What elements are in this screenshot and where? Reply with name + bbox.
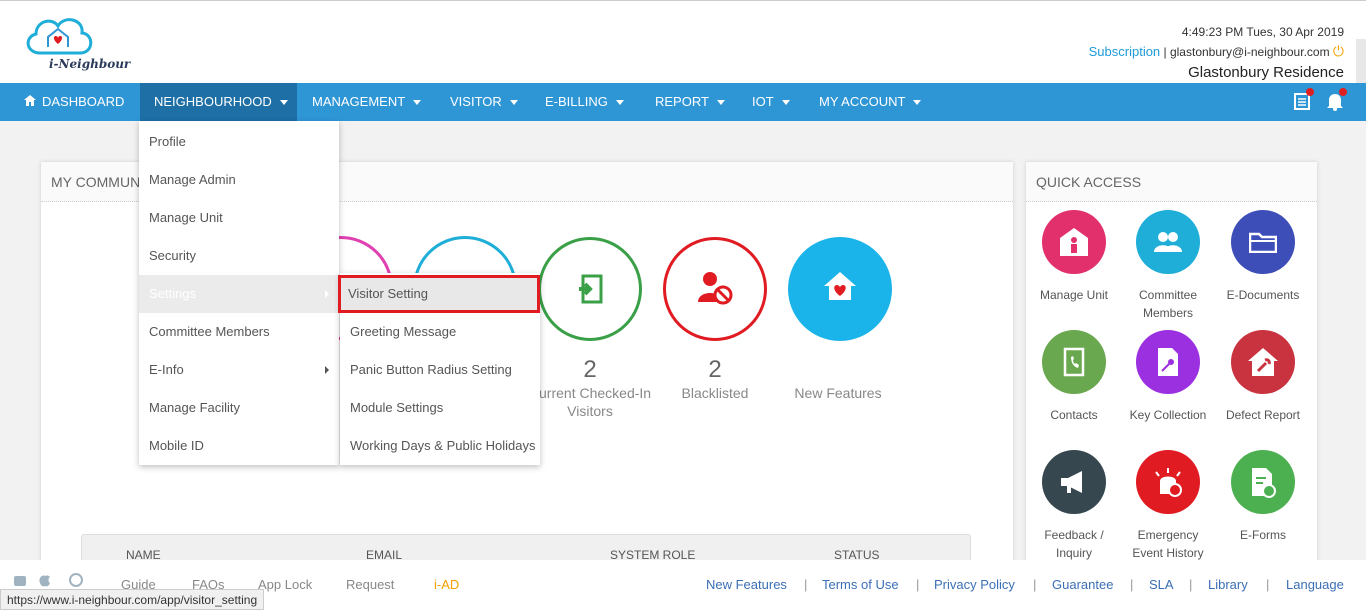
- form-icon: [1231, 450, 1295, 514]
- checkin-icon: [579, 274, 603, 304]
- footer-link-iad[interactable]: i-AD: [434, 577, 459, 592]
- blacklist-user-icon: [698, 272, 733, 305]
- menu-profile[interactable]: Profile: [139, 123, 339, 161]
- house-tool-icon: [1231, 330, 1295, 394]
- subscription-link[interactable]: Subscription: [1089, 44, 1161, 59]
- caret-down-icon: [716, 100, 725, 106]
- footer-privacy[interactable]: Privacy Policy: [934, 577, 1015, 592]
- chevron-right-icon: [325, 290, 329, 298]
- footer-guarantee[interactable]: Guarantee: [1052, 577, 1113, 592]
- menu-manage-facility[interactable]: Manage Facility: [139, 389, 339, 427]
- blacklisted-count: 2: [708, 356, 722, 383]
- scrollbar[interactable]: [1356, 39, 1366, 89]
- megaphone-icon: [1042, 450, 1106, 514]
- submenu-module-settings[interactable]: Module Settings: [340, 389, 540, 427]
- neighbourhood-dropdown: Profile Manage Admin Manage Unit Securit…: [139, 121, 339, 465]
- menu-e-info[interactable]: E-Info: [139, 351, 339, 389]
- checked-in-circle[interactable]: [538, 237, 642, 341]
- qa-emergency-event-history[interactable]: Emergency Event History: [1123, 450, 1213, 562]
- bell-icon[interactable]: [1325, 88, 1347, 113]
- header-separator: |: [1160, 45, 1170, 59]
- nav-dashboard[interactable]: DASHBOARD: [10, 83, 138, 121]
- submenu-panic-button-radius[interactable]: Panic Button Radius Setting: [340, 351, 540, 389]
- quick-access-title: QUICK ACCESS: [1026, 162, 1317, 202]
- main-nav: DASHBOARD NEIGHBOURHOOD MANAGEMENT VISIT…: [0, 83, 1366, 121]
- qa-key-collection[interactable]: Key Collection: [1123, 330, 1213, 424]
- submenu-working-days[interactable]: Working Days & Public Holidays: [340, 427, 540, 465]
- phone-book-icon: [1042, 330, 1106, 394]
- blacklisted-label: Blacklisted: [681, 385, 749, 401]
- menu-security[interactable]: Security: [139, 237, 339, 275]
- qa-e-forms[interactable]: E-Forms: [1218, 450, 1308, 544]
- checked-in-count: 2: [583, 356, 597, 383]
- new-features-label: New Features: [794, 385, 882, 401]
- datetime: 4:49:23 PM Tues, 30 Apr 2019: [1181, 25, 1344, 39]
- caret-down-icon: [509, 100, 518, 106]
- qa-contacts[interactable]: Contacts: [1029, 330, 1119, 424]
- qa-e-documents[interactable]: E-Documents: [1218, 210, 1308, 304]
- nav-ebilling[interactable]: E-BILLING: [531, 83, 638, 121]
- header-info: 4:49:23 PM Tues, 30 Apr 2019 Subscriptio…: [1089, 25, 1344, 81]
- footer-language[interactable]: Language: [1286, 577, 1344, 592]
- notification-dot: [1339, 88, 1347, 96]
- nav-report[interactable]: REPORT: [641, 83, 739, 121]
- nav-my-account[interactable]: MY ACCOUNT: [805, 83, 935, 121]
- nav-iot[interactable]: IOT: [738, 83, 804, 121]
- menu-settings[interactable]: Settings: [139, 275, 339, 313]
- footer-terms[interactable]: Terms of Use: [822, 577, 899, 592]
- menu-manage-admin[interactable]: Manage Admin: [139, 161, 339, 199]
- notes-icon[interactable]: [1292, 88, 1314, 113]
- settings-submenu: Visitor Setting Greeting Message Panic B…: [338, 273, 540, 465]
- footer-new-features[interactable]: New Features: [706, 577, 787, 592]
- nav-neighbourhood[interactable]: NEIGHBOURHOOD: [140, 83, 297, 121]
- caret-down-icon: [279, 100, 288, 106]
- key-doc-icon: [1136, 330, 1200, 394]
- folder-icon: [1231, 210, 1295, 274]
- checked-in-label: Current Checked-In Visitors: [528, 385, 652, 419]
- residence-name: Glastonbury Residence: [1188, 64, 1344, 81]
- menu-committee-members[interactable]: Committee Members: [139, 313, 339, 351]
- footer-library[interactable]: Library: [1208, 577, 1248, 592]
- notification-dot: [1306, 88, 1314, 96]
- blacklisted-circle[interactable]: [663, 237, 767, 341]
- chevron-right-icon: [325, 366, 329, 374]
- user-email: glastonbury@i-neighbour.com: [1169, 45, 1330, 59]
- submenu-greeting-message[interactable]: Greeting Message: [340, 313, 540, 351]
- qa-committee-members[interactable]: Committee Members: [1123, 210, 1213, 322]
- caret-down-icon: [913, 100, 922, 106]
- menu-manage-unit[interactable]: Manage Unit: [139, 199, 339, 237]
- browser-status-url: https://www.i-neighbour.com/app/visitor_…: [0, 589, 265, 610]
- logo-text: i-Neighbour: [49, 57, 131, 71]
- home-icon: [24, 83, 36, 121]
- qa-defect-report[interactable]: Defect Report: [1218, 330, 1308, 424]
- nav-visitor[interactable]: VISITOR: [436, 83, 532, 121]
- power-icon[interactable]: ⏻: [1333, 43, 1344, 59]
- qa-manage-unit[interactable]: Manage Unit: [1029, 210, 1119, 304]
- footer-link-request[interactable]: Request: [346, 577, 394, 592]
- footer-link-app-lock[interactable]: App Lock: [258, 577, 312, 592]
- house-heart-icon: [824, 272, 856, 300]
- nav-management[interactable]: MANAGEMENT: [298, 83, 435, 121]
- qa-feedback[interactable]: Feedback / Inquiry: [1029, 450, 1119, 562]
- new-features-circle[interactable]: [788, 237, 892, 341]
- caret-down-icon: [413, 100, 422, 106]
- caret-down-icon: [615, 100, 624, 106]
- caret-down-icon: [781, 100, 790, 106]
- header: i-Neighbour 4:49:23 PM Tues, 30 Apr 2019…: [0, 0, 1366, 89]
- submenu-visitor-setting[interactable]: Visitor Setting: [338, 275, 540, 313]
- alarm-icon: [1136, 450, 1200, 514]
- footer-sla[interactable]: SLA: [1149, 577, 1174, 592]
- menu-mobile-id[interactable]: Mobile ID: [139, 427, 339, 465]
- users-icon: [1136, 210, 1200, 274]
- building-icon: [1042, 210, 1106, 274]
